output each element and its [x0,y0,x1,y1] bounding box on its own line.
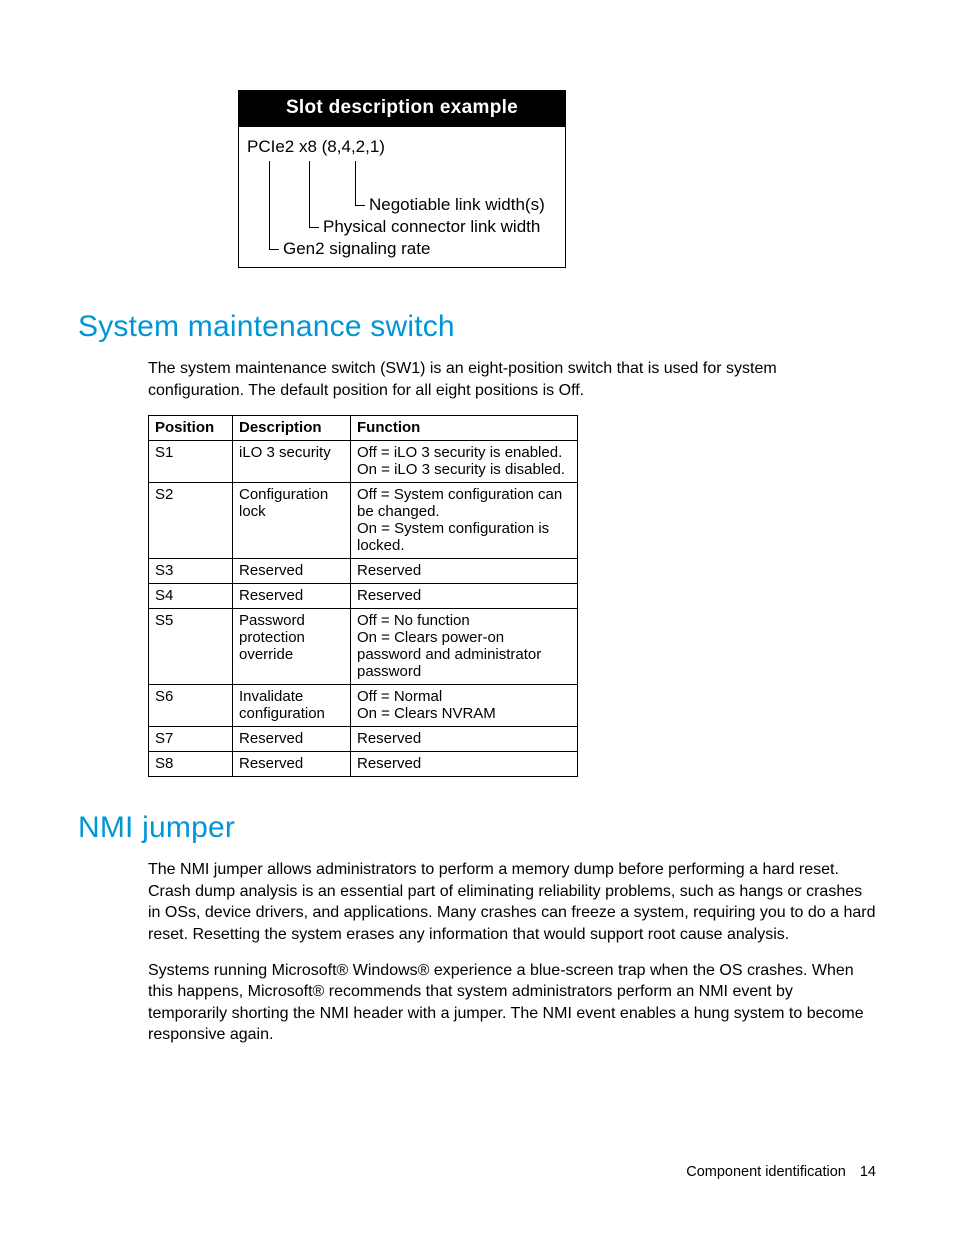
table-cell-func: Reserved [351,584,578,609]
table-cell-pos: S4 [149,584,233,609]
th-description: Description [233,416,351,441]
table-cell-desc: Reserved [233,559,351,584]
table-row: S8ReservedReserved [149,752,578,777]
table-cell-desc: Reserved [233,727,351,752]
th-function: Function [351,416,578,441]
slot-label-negotiable: Negotiable link width(s) [369,195,545,215]
table-cell-desc: Reserved [233,752,351,777]
table-cell-func: Off = No functionOn = Clears power-on pa… [351,609,578,685]
slot-label-physical: Physical connector link width [323,217,540,237]
footer-page-number: 14 [860,1164,876,1180]
table-row: S6Invalidate configurationOff = NormalOn… [149,685,578,727]
slot-label-gen2: Gen2 signaling rate [283,239,430,259]
table-header-row: Position Description Function [149,416,578,441]
table-cell-pos: S8 [149,752,233,777]
table-row: S1iLO 3 securityOff = iLO 3 security is … [149,441,578,483]
table-row: S4ReservedReserved [149,584,578,609]
table-row: S2Configuration lockOff = System configu… [149,483,578,559]
table-cell-desc: Password protection override [233,609,351,685]
table-cell-desc: iLO 3 security [233,441,351,483]
table-cell-pos: S5 [149,609,233,685]
table-row: S3ReservedReserved [149,559,578,584]
table-cell-func: Reserved [351,559,578,584]
th-position: Position [149,416,233,441]
table-cell-func: Off = iLO 3 security is enabled.On = iLO… [351,441,578,483]
sms-intro-paragraph: The system maintenance switch (SW1) is a… [78,358,876,401]
table-cell-func: Reserved [351,752,578,777]
table-cell-desc: Reserved [233,584,351,609]
table-cell-pos: S7 [149,727,233,752]
nmi-paragraph-1: The NMI jumper allows administrators to … [78,859,876,945]
footer-section: Component identification [686,1164,846,1180]
table-cell-pos: S1 [149,441,233,483]
table-cell-func: Off = NormalOn = Clears NVRAM [351,685,578,727]
slot-figure-header: Slot description example [239,91,565,127]
slot-figure-body: PCIe2 x8 (8,4,2,1) Negotiable link width… [239,127,565,267]
table-cell-func: Reserved [351,727,578,752]
slot-main-string: PCIe2 x8 (8,4,2,1) [247,137,385,157]
heading-system-maintenance-switch: System maintenance switch [78,310,876,344]
table-cell-pos: S2 [149,483,233,559]
table-row: S5Password protection overrideOff = No f… [149,609,578,685]
table-cell-desc: Configuration lock [233,483,351,559]
table-cell-desc: Invalidate configuration [233,685,351,727]
table-row: S7ReservedReserved [149,727,578,752]
nmi-paragraph-2: Systems running Microsoft® Windows® expe… [78,960,876,1046]
page-footer: Component identification 14 [686,1164,876,1180]
heading-nmi-jumper: NMI jumper [78,811,876,845]
system-maintenance-switch-table: Position Description Function S1iLO 3 se… [148,415,578,777]
table-cell-pos: S6 [149,685,233,727]
table-cell-func: Off = System configuration can be change… [351,483,578,559]
slot-description-figure: Slot description example PCIe2 x8 (8,4,2… [238,90,566,268]
table-cell-pos: S3 [149,559,233,584]
